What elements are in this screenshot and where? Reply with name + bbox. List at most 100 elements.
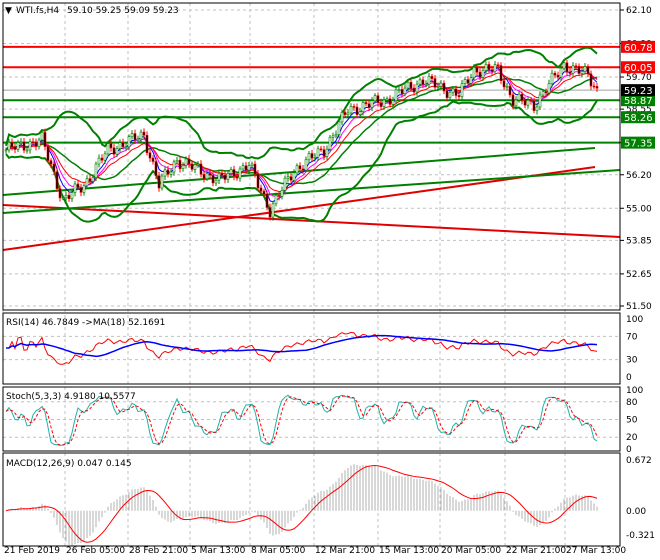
macd-panel[interactable] xyxy=(5,464,598,546)
current-price-label: 59.23 xyxy=(624,86,653,97)
candle xyxy=(535,106,539,111)
candle xyxy=(130,133,134,138)
candle xyxy=(379,102,383,107)
candle xyxy=(391,100,395,105)
stoch-main-line xyxy=(5,394,598,446)
candle xyxy=(562,62,566,69)
candle xyxy=(427,76,431,85)
candle xyxy=(70,192,74,200)
candle xyxy=(46,146,50,161)
candle xyxy=(475,67,479,73)
stoch-tick-label: 50 xyxy=(626,416,638,426)
candle xyxy=(400,89,404,95)
candle xyxy=(406,81,410,89)
candle xyxy=(229,169,233,174)
candle xyxy=(199,163,203,175)
candle xyxy=(499,65,503,82)
candle xyxy=(202,174,206,179)
candle xyxy=(118,142,122,149)
candle xyxy=(217,172,221,181)
candle xyxy=(382,99,386,107)
candle xyxy=(268,207,272,218)
candle xyxy=(493,64,497,72)
candle xyxy=(463,79,467,84)
candle xyxy=(166,169,170,175)
candle xyxy=(331,135,335,138)
stoch-tick-label: 0 xyxy=(626,445,632,455)
candle xyxy=(316,148,320,158)
candle xyxy=(589,73,593,87)
candle xyxy=(322,149,326,157)
candle xyxy=(481,70,485,78)
candle xyxy=(352,106,356,108)
candle xyxy=(514,99,518,107)
candle xyxy=(319,148,323,151)
candle xyxy=(565,62,569,73)
menu-triangle-icon[interactable]: ▼ xyxy=(5,6,12,16)
ohlc-label: 59.10 59.25 59.09 59.23 xyxy=(67,6,179,16)
candle xyxy=(283,177,287,191)
trend-line[interactable] xyxy=(2,147,596,196)
candle xyxy=(79,187,83,193)
candle xyxy=(175,160,179,163)
candle xyxy=(526,99,530,106)
candle xyxy=(436,86,440,88)
candle xyxy=(67,194,71,200)
candle xyxy=(508,85,512,96)
candle xyxy=(343,112,347,116)
candle xyxy=(151,157,155,162)
candle xyxy=(403,87,407,95)
candle xyxy=(289,176,293,181)
candle xyxy=(61,197,65,200)
candle xyxy=(418,79,422,85)
candle xyxy=(37,139,41,147)
candle xyxy=(457,95,461,98)
time-tick-label: 22 Mar 21:00 xyxy=(506,546,566,556)
chart-window[interactable]: 62.1060.9059.7058.5557.3556.2055.0053.85… xyxy=(0,0,660,560)
candle xyxy=(253,163,257,175)
candle xyxy=(241,165,245,170)
candle xyxy=(172,161,176,173)
candle xyxy=(40,132,44,141)
candle xyxy=(163,169,167,177)
candle xyxy=(556,74,560,78)
candle xyxy=(91,177,95,182)
price-tick-label: 56.20 xyxy=(626,171,652,181)
time-tick-label: 15 Mar 13:00 xyxy=(379,546,439,556)
level-tag-label: 58.87 xyxy=(624,96,653,107)
stoch-panel[interactable] xyxy=(5,394,598,446)
candle xyxy=(592,85,596,88)
candle xyxy=(367,103,371,108)
price-tick-label: 53.85 xyxy=(626,236,652,246)
candle xyxy=(196,163,200,166)
candle xyxy=(301,168,305,171)
candle xyxy=(520,93,524,101)
rsi-tick-label: 70 xyxy=(626,332,638,342)
candle xyxy=(358,111,362,115)
candle xyxy=(487,64,491,71)
candle xyxy=(541,91,545,96)
chart-canvas[interactable]: 62.1060.9059.7058.5557.3556.2055.0053.85… xyxy=(0,0,660,560)
candle xyxy=(454,88,458,96)
candle xyxy=(442,82,446,92)
candle xyxy=(430,76,434,79)
rsi-tick-label: 0 xyxy=(626,373,632,383)
candle xyxy=(424,83,428,86)
ma-fast xyxy=(5,67,598,203)
candle xyxy=(148,152,152,159)
candle xyxy=(211,174,215,184)
price-tick-label: 59.70 xyxy=(626,73,652,83)
candle xyxy=(214,179,218,184)
candle xyxy=(247,165,251,171)
candle xyxy=(553,72,557,76)
candle xyxy=(31,141,35,144)
candle xyxy=(244,165,248,171)
candle xyxy=(550,72,554,84)
candle xyxy=(298,165,302,170)
rsi-tick-label: 30 xyxy=(626,356,638,366)
time-tick-label: 26 Feb 05:00 xyxy=(66,546,125,556)
candle xyxy=(295,165,299,174)
candle xyxy=(439,82,443,87)
level-tag-label: 60.05 xyxy=(624,63,653,74)
macd-tick-label: -0.321 xyxy=(626,531,655,541)
